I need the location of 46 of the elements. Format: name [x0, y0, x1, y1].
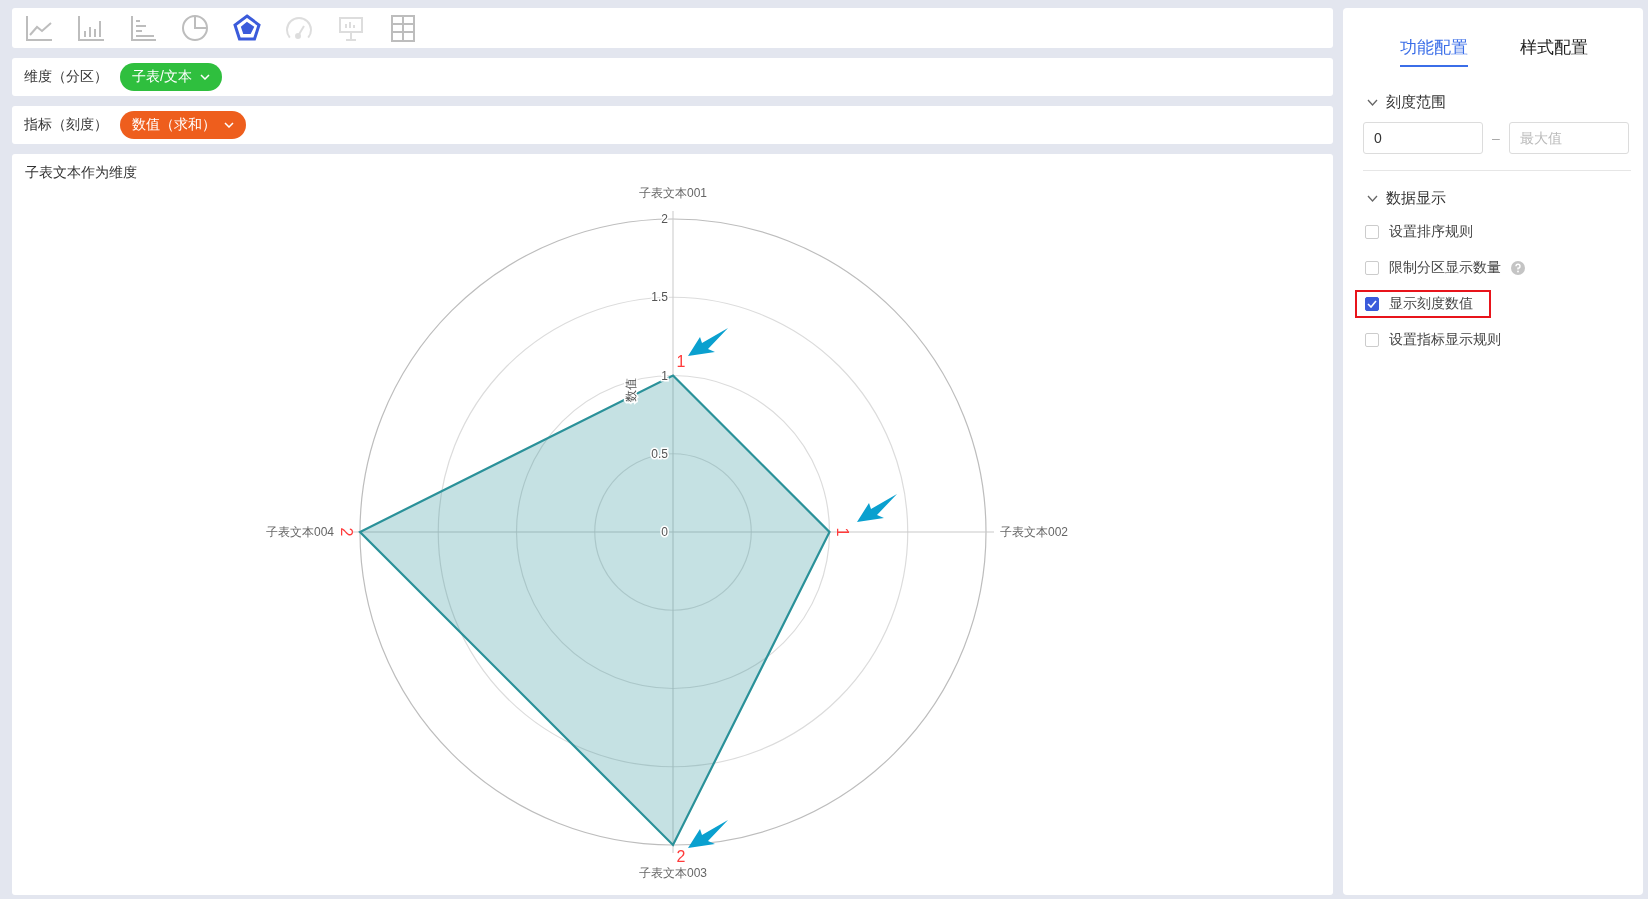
section-title: 数据显示 [1386, 189, 1446, 208]
axis-title: 数值 [624, 377, 638, 402]
option-label: 设置指标显示规则 [1389, 331, 1501, 349]
field-label: 指标（刻度） [24, 116, 108, 134]
checkbox[interactable] [1365, 297, 1379, 311]
scale-label: 1.5 [651, 290, 668, 305]
spoke-label: 子表文本001 [639, 186, 707, 200]
panel-tab[interactable]: 样式配置 [1520, 36, 1588, 67]
range-separator: – [1492, 130, 1500, 146]
section-title: 刻度范围 [1386, 93, 1446, 112]
value-label: 1 [676, 352, 686, 370]
line-chart-icon [24, 13, 54, 43]
scale-label: 1 [661, 368, 668, 383]
max-input[interactable]: 最大值 [1508, 122, 1629, 154]
bar-chart-icon [128, 13, 158, 43]
field-chip[interactable]: 数值（求和） [120, 111, 246, 139]
option-label: 显示刻度数值 [1389, 295, 1473, 313]
gauge-chart-icon [284, 17, 314, 39]
field-label: 维度（分区） [24, 68, 108, 86]
option-label: 限制分区显示数量 [1389, 259, 1501, 277]
scale-label: 0.5 [651, 446, 668, 461]
value-label: 1 [833, 527, 851, 537]
bar-chart-icon [76, 13, 106, 43]
chart-type-button[interactable] [232, 13, 262, 43]
option-label: 设置排序规则 [1389, 223, 1473, 241]
scale-label: 2 [661, 212, 668, 226]
chart-title: 子表文本作为维度 [24, 164, 138, 182]
radar-chart-icon [232, 13, 262, 43]
value-label: 2 [338, 527, 355, 537]
spoke-label: 子表文本003 [639, 866, 707, 880]
spoke-label: 子表文本004 [265, 525, 334, 539]
pointer-arrow [688, 328, 728, 356]
help-icon[interactable] [1511, 261, 1525, 275]
pointer-arrow [857, 494, 897, 522]
value-label: 2 [676, 848, 686, 865]
chevron-icon [224, 122, 234, 128]
pie-chart-icon [180, 13, 210, 43]
caret-icon[interactable] [1367, 99, 1378, 106]
pointer-arrow [688, 820, 728, 848]
grid-chart-icon [388, 13, 418, 43]
chevron-icon [199, 74, 210, 80]
panel-tab[interactable]: 功能配置 [1400, 36, 1468, 67]
min-input[interactable]: 0 [1363, 122, 1483, 154]
spoke-label: 子表文本002 [1000, 525, 1069, 539]
scale-label: 0 [661, 525, 668, 539]
caret-icon[interactable] [1367, 195, 1378, 202]
